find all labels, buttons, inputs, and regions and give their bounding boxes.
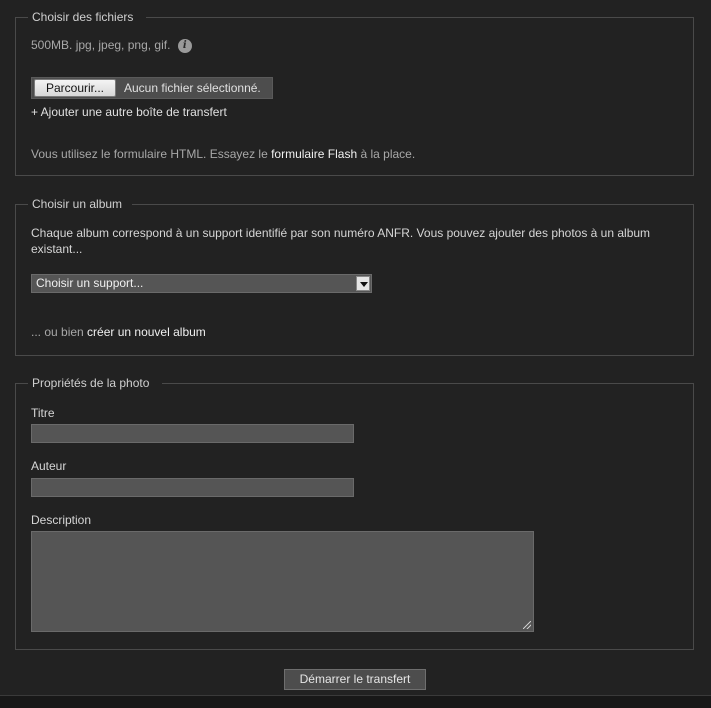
info-icon[interactable]: i bbox=[177, 38, 192, 53]
album-fieldset: Choisir un album Chaque album correspond… bbox=[15, 197, 694, 356]
create-album-row: ... ou bien créer un nouvel album bbox=[31, 325, 206, 339]
files-legend: Choisir des fichiers bbox=[32, 10, 134, 24]
file-status: Aucun fichier sélectionné. bbox=[124, 81, 261, 95]
photo-legend: Propriétés de la photo bbox=[32, 376, 150, 390]
html-note-before: Vous utilisez le formulaire HTML. Essaye… bbox=[31, 147, 272, 161]
title-input[interactable] bbox=[31, 424, 354, 443]
formats-row: 500MB. jpg, jpeg, png, gif. i bbox=[31, 38, 192, 53]
description-label: Description bbox=[31, 513, 92, 527]
create-album-link[interactable]: créer un nouvel album bbox=[87, 325, 206, 339]
start-transfer-button[interactable]: Démarrer le transfert bbox=[284, 669, 426, 690]
author-input[interactable] bbox=[31, 478, 354, 497]
chevron-down-icon[interactable] bbox=[356, 276, 370, 291]
html-note-after: à la place. bbox=[357, 147, 416, 161]
album-description: Chaque album correspond à un support ide… bbox=[31, 226, 651, 256]
add-upload-box-link[interactable]: + Ajouter une autre boîte de transfert bbox=[31, 105, 227, 119]
support-select[interactable]: Choisir un support... bbox=[31, 274, 372, 293]
resize-grip-icon[interactable] bbox=[523, 621, 531, 629]
formats-text: 500MB. jpg, jpeg, png, gif. bbox=[31, 38, 171, 52]
author-label: Auteur bbox=[31, 459, 67, 473]
files-fieldset: Choisir des fichiers 500MB. jpg, jpeg, p… bbox=[15, 10, 694, 176]
description-textarea[interactable] bbox=[31, 531, 534, 632]
support-select-value: Choisir un support... bbox=[36, 276, 144, 290]
html-form-note: Vous utilisez le formulaire HTML. Essaye… bbox=[31, 147, 415, 161]
file-input[interactable]: Parcourir... Aucun fichier sélectionné. bbox=[31, 77, 273, 99]
album-legend: Choisir un album bbox=[32, 197, 123, 211]
title-label: Titre bbox=[31, 406, 55, 420]
flash-form-link[interactable]: formulaire Flash bbox=[271, 147, 357, 161]
bottom-bar bbox=[0, 695, 711, 708]
browse-button[interactable]: Parcourir... bbox=[34, 79, 116, 97]
or-text: ... ou bien bbox=[31, 325, 88, 339]
photo-fieldset: Propriétés de la photo Titre Auteur Desc… bbox=[15, 376, 694, 650]
